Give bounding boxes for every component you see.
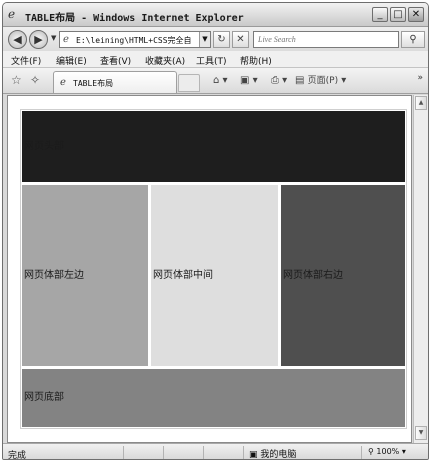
status-divider: [361, 446, 362, 459]
print-icon[interactable]: ⎙ ▾: [271, 75, 287, 87]
status-divider: [163, 446, 164, 459]
address-url[interactable]: E:\leining\HTML+CSS完全自: [76, 35, 196, 46]
maximize-button[interactable]: □: [390, 7, 406, 22]
body-right-text: 网页体部右边: [283, 269, 343, 281]
menu-view[interactable]: 查看(V): [100, 54, 131, 67]
back-arrow-icon: ◀: [13, 33, 22, 46]
magnifier-icon: ⚲: [409, 34, 417, 45]
search-box[interactable]: [253, 31, 399, 48]
page-menu[interactable]: ▤ 页面(P) ▾: [295, 75, 346, 87]
body-center-text: 网页体部中间: [153, 269, 213, 281]
tab-label: TABLE布局: [73, 79, 114, 88]
stop-button[interactable]: ✕: [232, 31, 249, 48]
menu-file[interactable]: 文件(F): [11, 54, 41, 67]
feeds-icon[interactable]: ▣ ▾: [240, 75, 258, 87]
body-center-cell: 网页体部中间: [151, 185, 278, 366]
zoom-level: 100%: [376, 447, 400, 456]
status-text: 完成: [8, 451, 27, 460]
new-tab-button[interactable]: [178, 74, 200, 92]
stop-icon: ✕: [236, 34, 245, 45]
scroll-down-icon[interactable]: ▼: [415, 426, 427, 440]
body-right-cell: 网页体部右边: [281, 185, 405, 366]
close-button[interactable]: ✕: [408, 7, 424, 22]
refresh-icon: ↻: [217, 34, 226, 45]
toolbar-overflow-icon[interactable]: »: [417, 73, 423, 83]
menu-tools[interactable]: 工具(T): [196, 54, 227, 67]
status-divider: [243, 446, 244, 459]
home-icon[interactable]: ⌂ ▾: [213, 75, 228, 87]
title-bar: ℯ TABLE布局 - Windows Internet Explorer _ …: [3, 3, 428, 27]
page-viewport: 网页头部 网页体部左边 网页体部中间 网页体部右边 网页底部: [7, 95, 412, 443]
address-dropdown-icon[interactable]: ▼: [199, 32, 210, 47]
add-favorites-icon[interactable]: ✧: [30, 74, 40, 87]
menu-bar: 文件(F) 编辑(E) 查看(V) 收藏夹(A) 工具(T) 帮助(H): [3, 51, 428, 68]
zone-label: 我的电脑: [260, 450, 297, 460]
page-menu-label: 页面(P): [307, 76, 339, 86]
back-button[interactable]: ◀: [8, 30, 27, 49]
menu-help[interactable]: 帮助(H): [240, 54, 272, 67]
status-divider: [123, 446, 124, 459]
menu-edit[interactable]: 编辑(E): [56, 54, 87, 67]
page-icon: ℯ: [60, 77, 66, 88]
menu-favorites[interactable]: 收藏夹(A): [145, 54, 185, 67]
minimize-button[interactable]: _: [372, 7, 388, 22]
page-menu-icon: ▤: [295, 75, 305, 86]
forward-button[interactable]: ▶: [29, 30, 48, 49]
status-bar: 完成 ▣ 我的电脑 ⚲ 100% ▾: [3, 443, 428, 460]
browser-window: ℯ TABLE布局 - Windows Internet Explorer _ …: [2, 2, 429, 460]
favorites-star-icon[interactable]: ☆: [11, 74, 22, 87]
zoom-icon: ⚲: [368, 447, 374, 456]
address-toolbar: ◀ ▶ ▼ ℯ E:\leining\HTML+CSS完全自 ▼ ↻ ✕ ⚲: [3, 27, 428, 51]
search-input[interactable]: [254, 32, 394, 47]
tab-table-layout[interactable]: ℯ TABLE布局: [53, 71, 177, 93]
search-button[interactable]: ⚲: [401, 31, 425, 48]
forward-arrow-icon: ▶: [34, 33, 43, 46]
security-zone[interactable]: ▣ 我的电脑: [249, 447, 297, 460]
zoom-control[interactable]: ⚲ 100% ▾: [368, 447, 406, 456]
header-cell: 网页头部: [22, 111, 405, 182]
refresh-button[interactable]: ↻: [213, 31, 230, 48]
history-dropdown-icon[interactable]: ▼: [51, 34, 56, 42]
vertical-scrollbar[interactable]: ▲ ▼: [413, 95, 428, 443]
footer-cell: 网页底部: [22, 369, 405, 427]
address-field[interactable]: ℯ E:\leining\HTML+CSS完全自 ▼: [59, 31, 211, 48]
body-left-text: 网页体部左边: [24, 269, 84, 281]
body-left-cell: 网页体部左边: [22, 185, 148, 366]
tab-bar: ☆ ✧ ℯ TABLE布局 ⌂ ▾ ▣ ▾ ⎙ ▾ ▤ 页面(P) ▾ »: [3, 68, 428, 94]
layout-table: 网页头部 网页体部左边 网页体部中间 网页体部右边 网页底部: [20, 109, 407, 429]
scroll-up-icon[interactable]: ▲: [415, 96, 427, 110]
ie-logo-icon: ℯ: [8, 7, 16, 21]
footer-text: 网页底部: [24, 392, 64, 403]
computer-icon: ▣: [249, 450, 258, 460]
page-icon: ℯ: [63, 34, 69, 45]
status-divider: [203, 446, 204, 459]
window-title: TABLE布局 - Windows Internet Explorer: [25, 13, 244, 24]
header-text: 网页头部: [24, 140, 64, 152]
